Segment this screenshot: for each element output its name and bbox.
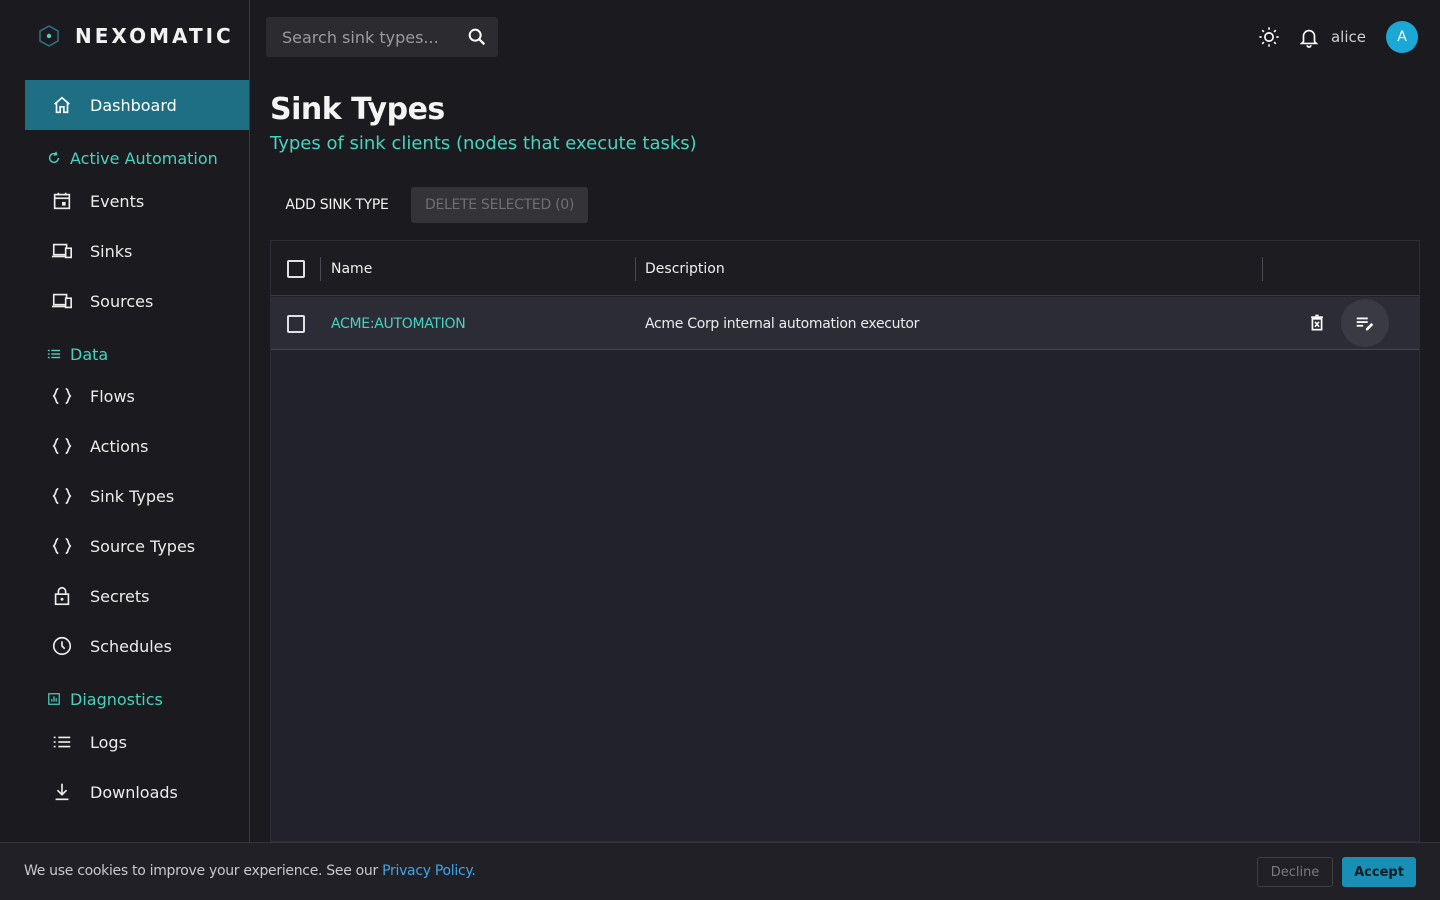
sidebar-item-label: Logs [90,732,127,752]
sidebar-item-label: Sources [90,291,154,311]
search-bar[interactable] [266,17,498,57]
devices-icon [50,289,74,313]
lock-icon [50,584,74,608]
sidebar-item-label: Flows [90,386,135,406]
section-label: Data [70,344,109,364]
page-title: Sink Types [270,92,445,127]
row-checkbox[interactable] [287,315,305,333]
sidebar-item-actions[interactable]: Actions [25,421,249,471]
sidebar: NEXOMATIC Dashboard Active Automation Ev… [0,0,250,900]
sidebar-item-label: Events [90,191,145,211]
braces-icon [50,384,74,408]
username-label[interactable]: alice [1331,28,1366,46]
theme-toggle-sun-icon[interactable] [1255,23,1283,51]
braces-icon [50,534,74,558]
sink-type-name-link[interactable]: ACME:AUTOMATION [331,297,466,350]
sidebar-item-label: Sinks [90,241,133,261]
section-diagnostics: Diagnostics [46,687,163,711]
sidebar-item-dashboard[interactable]: Dashboard [25,80,249,130]
sink-type-description: Acme Corp internal automation executor [645,315,920,332]
privacy-policy-link[interactable]: Privacy Policy. [382,863,476,879]
sidebar-item-label: Downloads [90,782,178,802]
home-icon [50,93,74,117]
sidebar-item-label: Source Types [90,536,196,556]
analytics-icon [46,691,62,707]
section-data: Data [46,342,108,366]
clock-icon [50,634,74,658]
list-icon [50,730,74,754]
sidebar-item-logs[interactable]: Logs [25,717,249,767]
search-input[interactable] [282,27,462,47]
sidebar-item-flows[interactable]: Flows [25,371,249,421]
app-name: NEXOMATIC [75,24,234,48]
sidebar-item-sinks[interactable]: Sinks [25,226,249,276]
braces-icon [50,434,74,458]
sidebar-item-sink-types[interactable]: Sink Types [25,471,249,521]
sidebar-item-label: Actions [90,436,149,456]
column-separator [635,257,636,281]
sidebar-item-events[interactable]: Events [25,176,249,226]
section-label: Active Automation [70,148,218,168]
cookie-message: We use cookies to improve your experienc… [24,863,476,879]
edit-row-icon[interactable] [1341,299,1389,347]
sidebar-item-schedules[interactable]: Schedules [25,621,249,671]
decline-cookies-button[interactable]: Decline [1257,857,1333,887]
column-separator [320,257,321,281]
braces-icon [50,484,74,508]
column-header-name[interactable]: Name [331,241,372,296]
sink-types-table: Name Description ACME:AUTOMATION Acme Co… [270,240,1420,842]
sidebar-item-secrets[interactable]: Secrets [25,571,249,621]
sidebar-item-label: Secrets [90,586,150,606]
refresh-icon [46,150,62,166]
sidebar-item-source-types[interactable]: Source Types [25,521,249,571]
search-icon[interactable] [466,26,488,48]
calendar-icon [50,189,74,213]
cookie-text: We use cookies to improve your experienc… [24,863,383,879]
list-icon [46,346,62,362]
notifications-bell-icon[interactable] [1295,23,1323,51]
section-active-automation: Active Automation [46,146,218,170]
avatar[interactable]: A [1386,21,1418,53]
add-sink-type-button[interactable]: ADD SINK TYPE [272,187,402,223]
delete-row-trash-icon[interactable] [1305,311,1329,335]
page-subtitle: Types of sink clients (nodes that execut… [270,133,697,154]
column-header-description[interactable]: Description [645,241,725,296]
sidebar-item-label: Dashboard [90,95,177,115]
sidebar-item-sources[interactable]: Sources [25,276,249,326]
delete-selected-button[interactable]: DELETE SELECTED (0) [411,187,588,223]
sidebar-item-downloads[interactable]: Downloads [25,767,249,817]
hexagon-logo-icon [39,25,59,47]
cookie-consent-bar: We use cookies to improve your experienc… [0,842,1440,900]
header-actions: alice A [1255,18,1418,56]
sidebar-item-label: Schedules [90,636,172,656]
section-label: Diagnostics [70,689,163,709]
column-separator [1262,257,1263,281]
select-all-checkbox[interactable] [287,260,305,278]
table-row[interactable]: ACME:AUTOMATION Acme Corp internal autom… [271,297,1419,350]
table-header: Name Description [271,241,1419,296]
devices-icon [50,239,74,263]
sidebar-item-label: Sink Types [90,486,175,506]
accept-cookies-button[interactable]: Accept [1342,857,1416,887]
logo[interactable]: NEXOMATIC [37,22,234,50]
download-icon [50,780,74,804]
